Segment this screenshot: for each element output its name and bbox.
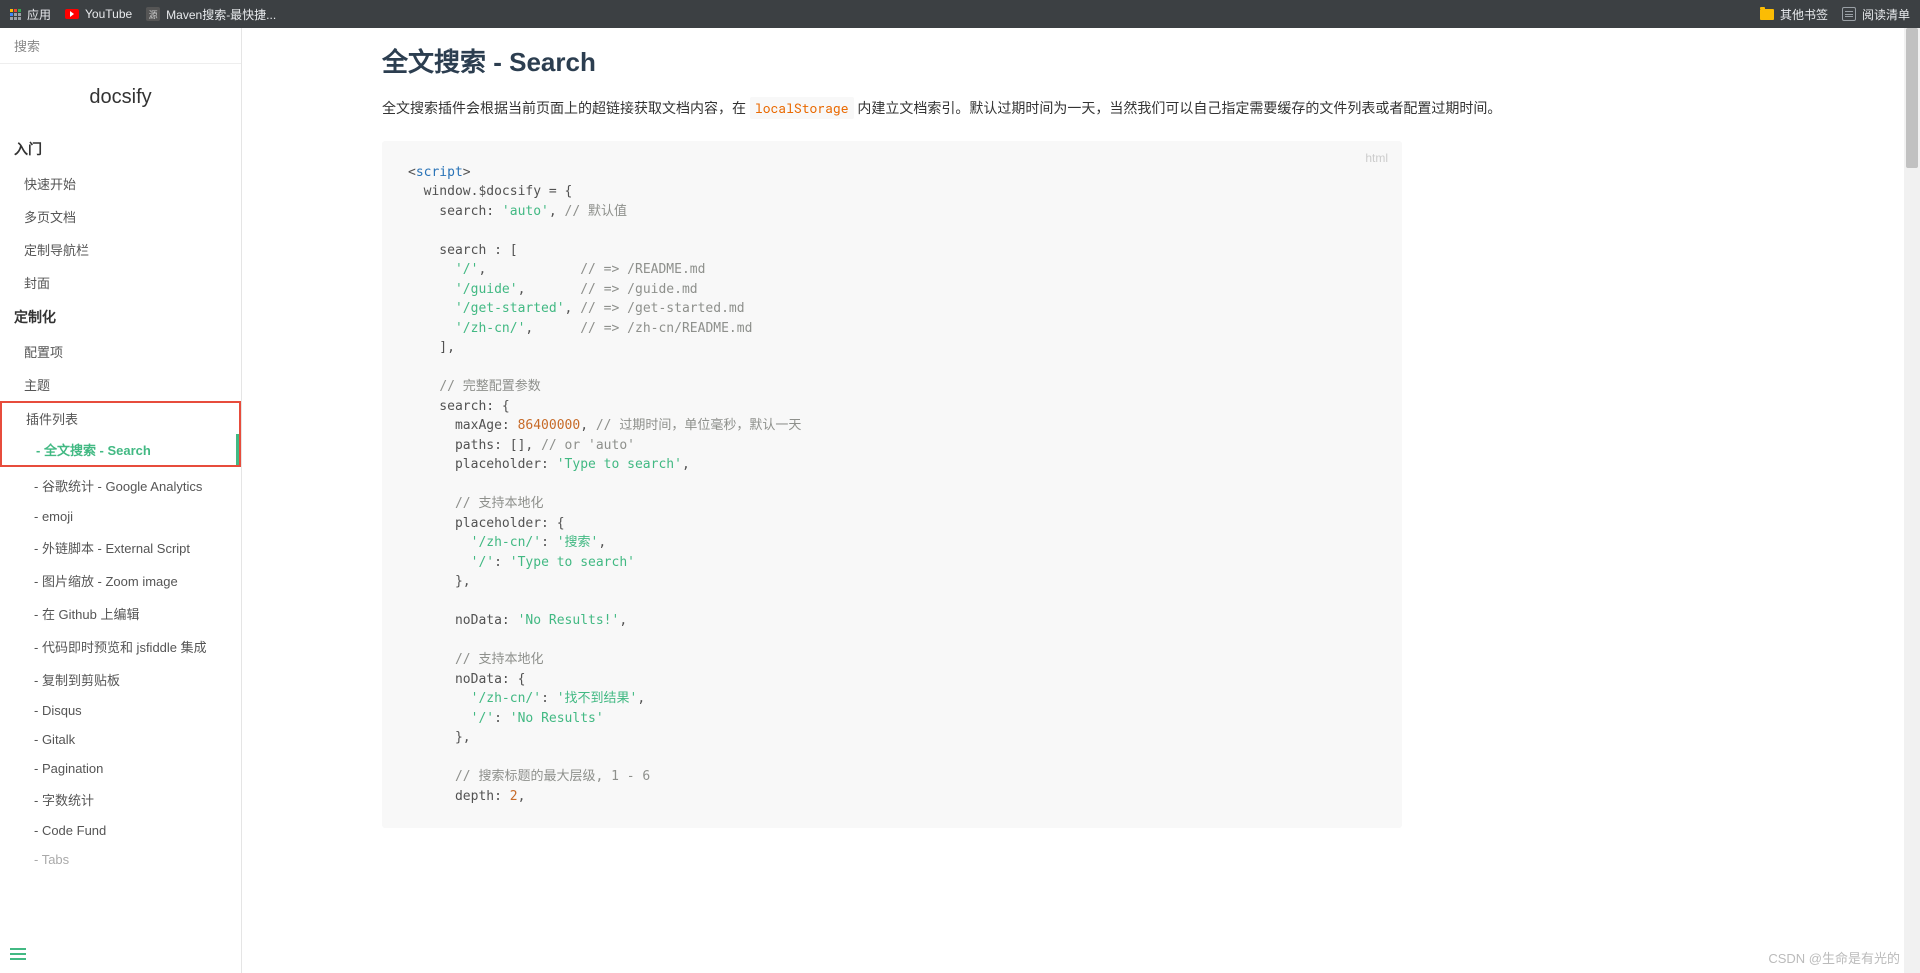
nav-plugins-header[interactable]: 插件列表 (2, 403, 239, 434)
nav-copy-clipboard[interactable]: - 复制到剪贴板 (0, 663, 241, 696)
nav-google-analytics[interactable]: - 谷歌统计 - Google Analytics (0, 469, 241, 502)
section-header-intro[interactable]: 入门 (0, 131, 241, 167)
nav-navbar[interactable]: 定制导航栏 (0, 233, 241, 266)
scrollbar[interactable] (1904, 28, 1920, 973)
highlighted-section: 插件列表 - 全文搜索 - Search (0, 401, 241, 467)
watermark: CSDN @生命是有光的 (1768, 948, 1900, 967)
nav-emoji[interactable]: - emoji (0, 502, 241, 531)
nav-wordcount[interactable]: - 字数统计 (0, 783, 241, 816)
bookmark-maven[interactable]: 源 Maven搜索-最快捷... (146, 6, 276, 23)
code-language-label: html (1365, 149, 1388, 167)
scrollbar-thumb[interactable] (1906, 28, 1918, 168)
browser-bookmarks-bar: 应用 YouTube 源 Maven搜索-最快捷... 其他书签 阅读清单 (0, 0, 1920, 28)
section-header-customize[interactable]: 定制化 (0, 299, 241, 335)
nav-quickstart[interactable]: 快速开始 (0, 167, 241, 200)
nav-edit-github[interactable]: - 在 Github 上编辑 (0, 597, 241, 630)
sidebar: 搜索 docsify 入门 快速开始 多页文档 定制导航栏 封面 定制化 配置项… (0, 28, 242, 973)
nav-disqus[interactable]: - Disqus (0, 696, 241, 725)
bookmark-reading-list[interactable]: 阅读清单 (1842, 6, 1910, 23)
nav-cover[interactable]: 封面 (0, 266, 241, 299)
nav-pagination[interactable]: - Pagination (0, 754, 241, 783)
content-area: 全文搜索 - Search 全文搜索插件会根据当前页面上的超链接获取文档内容，在… (242, 28, 1904, 973)
youtube-icon (65, 9, 79, 19)
folder-icon (1760, 9, 1774, 20)
nav-fulltext-search[interactable]: - 全文搜索 - Search (2, 434, 239, 465)
bookmark-apps[interactable]: 应用 (10, 6, 51, 23)
nav-tabs[interactable]: - Tabs (0, 845, 241, 874)
nav-config[interactable]: 配置项 (0, 335, 241, 368)
app-name[interactable]: docsify (0, 64, 241, 131)
list-icon (1842, 7, 1856, 21)
bookmark-youtube[interactable]: YouTube (65, 7, 132, 21)
nav-zoom-image[interactable]: - 图片缩放 - Zoom image (0, 564, 241, 597)
source-icon: 源 (146, 7, 160, 21)
apps-icon (10, 9, 21, 20)
page-description: 全文搜索插件会根据当前页面上的超链接获取文档内容，在 localStorage … (382, 97, 1864, 121)
nav-multipage[interactable]: 多页文档 (0, 200, 241, 233)
search-input[interactable]: 搜索 (0, 28, 241, 64)
page-title: 全文搜索 - Search (382, 42, 1864, 79)
bookmark-other[interactable]: 其他书签 (1760, 6, 1828, 23)
nav-theme[interactable]: 主题 (0, 368, 241, 401)
sidebar-toggle-button[interactable] (10, 945, 26, 963)
nav-gitalk[interactable]: - Gitalk (0, 725, 241, 754)
code-content: <script> window.$docsify = { search: 'au… (408, 163, 1376, 807)
nav-codefund[interactable]: - Code Fund (0, 816, 241, 845)
inline-code-localstorage: localStorage (750, 97, 854, 119)
code-block[interactable]: html <script> window.$docsify = { search… (382, 141, 1402, 829)
nav-jsfiddle[interactable]: - 代码即时预览和 jsfiddle 集成 (0, 630, 241, 663)
nav-external-script[interactable]: - 外链脚本 - External Script (0, 531, 241, 564)
